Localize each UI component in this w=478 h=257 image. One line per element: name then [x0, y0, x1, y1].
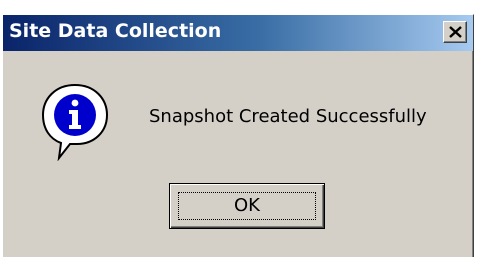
info-icon	[41, 83, 109, 161]
message-text: Snapshot Created Successfully	[149, 106, 427, 127]
ok-button-label: OK	[234, 195, 260, 216]
close-icon	[449, 26, 462, 38]
ok-button[interactable]: OK	[169, 183, 325, 229]
dialog-title: Site Data Collection	[9, 20, 222, 42]
title-bar[interactable]: Site Data Collection	[3, 15, 473, 51]
message-dialog: Site Data Collection Snapshot Created Su…	[2, 14, 474, 257]
close-button[interactable]	[443, 21, 467, 43]
